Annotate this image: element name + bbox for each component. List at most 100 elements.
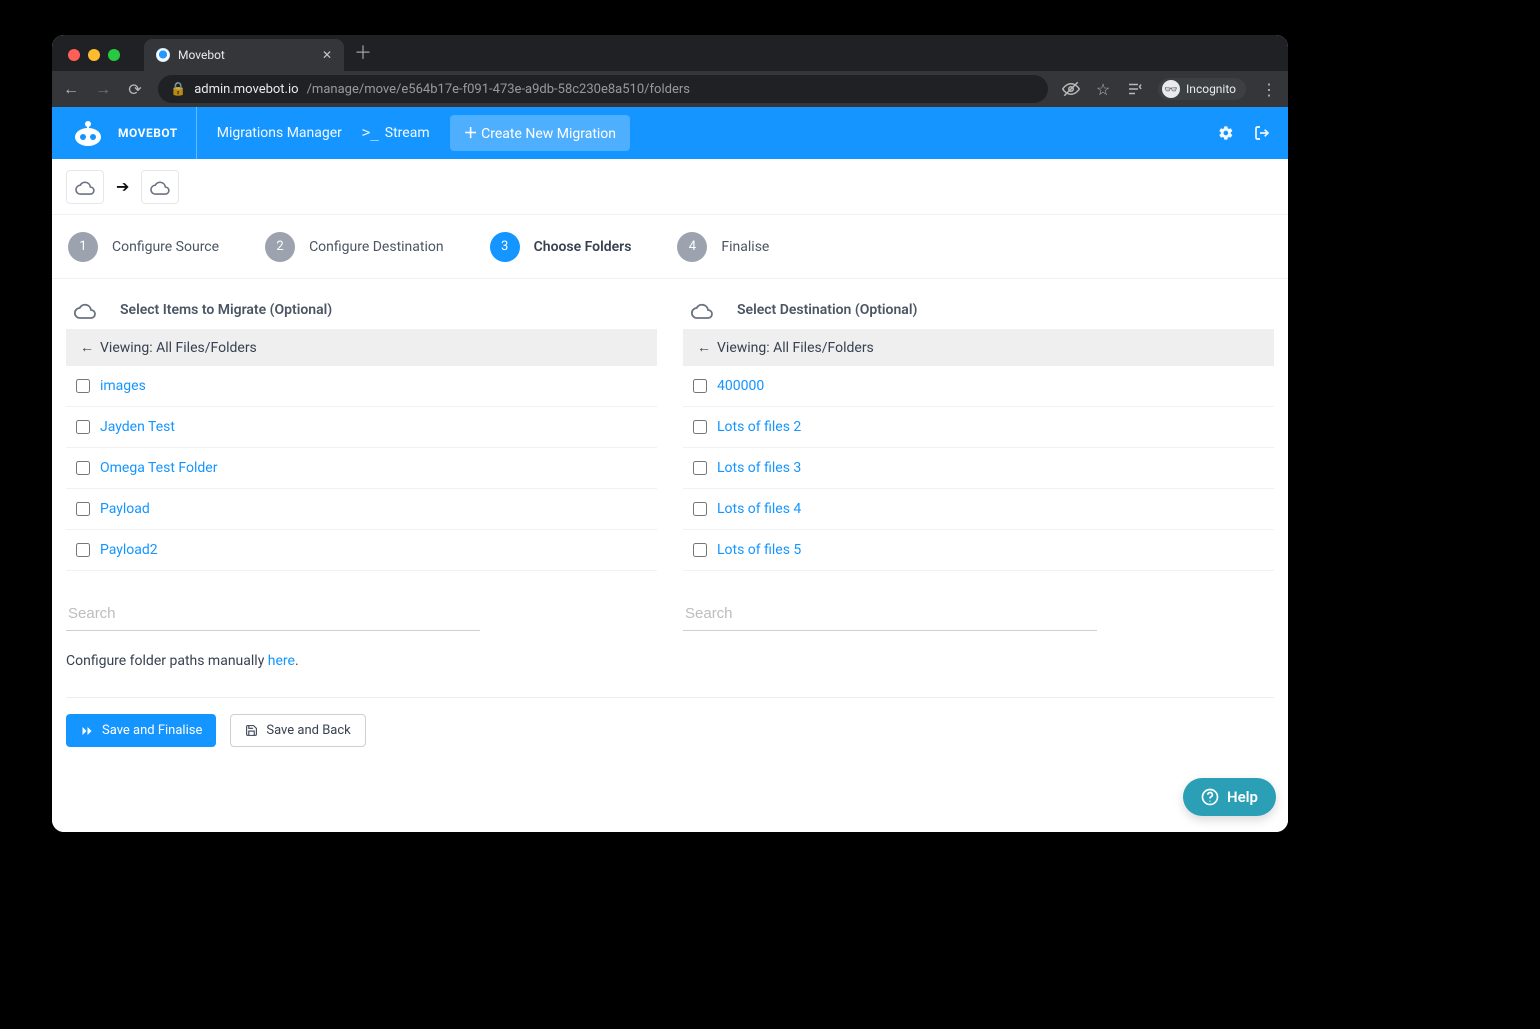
star-icon[interactable]: ☆ [1094, 80, 1112, 99]
destination-folder-checkbox[interactable] [693, 543, 707, 557]
save-and-back-button[interactable]: Save and Back [230, 714, 365, 747]
destination-search-input[interactable] [683, 597, 1097, 631]
step-2[interactable]: 2 Configure Destination [265, 232, 444, 262]
destination-folder-link[interactable]: 400000 [717, 378, 764, 394]
source-viewing-bar[interactable]: ← Viewing: All Files/Folders [66, 329, 657, 366]
source-folder-link[interactable]: Payload [100, 501, 150, 517]
minimize-window-button[interactable] [88, 49, 100, 61]
source-folder-row: images [66, 366, 657, 407]
step-1[interactable]: 1Configure Source [68, 232, 219, 262]
source-folder-checkbox[interactable] [76, 379, 90, 393]
settings-icon[interactable] [1218, 125, 1234, 141]
terminal-icon: >_ [362, 125, 379, 141]
back-arrow-icon[interactable]: ← [80, 339, 94, 356]
destination-folder-row: Lots of files 4 [683, 489, 1274, 530]
nav-stream[interactable]: >_ Stream [362, 125, 430, 141]
reading-list-icon[interactable] [1126, 80, 1144, 98]
step-4[interactable]: 4Finalise [677, 232, 769, 262]
source-viewing-path: All Files/Folders [156, 340, 257, 356]
reload-icon[interactable]: ⟳ [126, 80, 144, 99]
create-migration-label: Create New Migration [481, 126, 616, 142]
browser-titlebar: Movebot ✕ ＋ [52, 35, 1288, 71]
destination-viewing-bar[interactable]: ← Viewing: All Files/Folders [683, 329, 1274, 366]
destination-folder-row: 400000 [683, 366, 1274, 407]
help-widget[interactable]: Help [1183, 778, 1276, 816]
destination-viewing-prefix: Viewing: [717, 340, 773, 356]
manual-config-note: Configure folder paths manually here. [60, 631, 1280, 669]
destination-folder-row: Lots of files 5 [683, 530, 1274, 571]
back-icon[interactable]: ← [62, 79, 80, 99]
maximize-window-button[interactable] [108, 49, 120, 61]
source-search-input[interactable] [66, 597, 480, 631]
destination-folder-checkbox[interactable] [693, 379, 707, 393]
new-tab-button[interactable]: ＋ [354, 39, 372, 71]
address-bar[interactable]: 🔒 admin.movebot.io/manage/move/e564b17e-… [158, 75, 1048, 103]
source-folder-checkbox[interactable] [76, 461, 90, 475]
incognito-badge[interactable]: 👓 Incognito [1158, 78, 1246, 100]
source-folder-link[interactable]: Payload2 [100, 542, 158, 558]
step-number: 2 [265, 232, 295, 262]
source-folder-checkbox[interactable] [76, 543, 90, 557]
destination-folder-checkbox[interactable] [693, 461, 707, 475]
source-pane: Select Items to Migrate (Optional) ← Vie… [66, 301, 657, 571]
tab-title: Movebot [178, 48, 225, 62]
browser-tab[interactable]: Movebot ✕ [144, 39, 344, 71]
help-label: Help [1227, 788, 1258, 806]
tab-favicon [156, 48, 170, 62]
destination-pane-title: Select Destination (Optional) [737, 302, 917, 318]
eye-off-icon[interactable] [1062, 80, 1080, 98]
destination-folder-row: Lots of files 3 [683, 448, 1274, 489]
destination-folder-checkbox[interactable] [693, 502, 707, 516]
source-folder-checkbox[interactable] [76, 420, 90, 434]
create-migration-button[interactable]: ＋ Create New Migration [450, 115, 630, 151]
nav-migrations-manager[interactable]: Migrations Manager [217, 125, 342, 141]
window-controls [60, 49, 128, 71]
source-folder-link[interactable]: images [100, 378, 146, 394]
cloud-icon [689, 301, 723, 319]
source-folder-checkbox[interactable] [76, 502, 90, 516]
destination-folder-link[interactable]: Lots of files 4 [717, 501, 801, 517]
fast-forward-icon [80, 725, 94, 737]
browser-menu-icon[interactable]: ⋮ [1260, 80, 1278, 99]
source-folder-list: images Jayden Test Omega Test Folder Payloa… [66, 366, 657, 571]
destination-folder-link[interactable]: Lots of files 2 [717, 419, 801, 435]
wizard-stepper: 1Configure Source 2 Configure Destination 3… [52, 215, 1288, 279]
destination-folder-link[interactable]: Lots of files 3 [717, 460, 801, 476]
connection-summary: ➔ [52, 159, 1288, 215]
destination-folder-checkbox[interactable] [693, 420, 707, 434]
back-arrow-icon[interactable]: ← [697, 339, 711, 356]
arrow-right-icon: ➔ [116, 177, 129, 196]
source-viewing-prefix: Viewing: [100, 340, 156, 356]
step-3[interactable]: 3Choose Folders [490, 232, 632, 262]
destination-folder-list: 400000 Lots of files 2 Lots of files 3 Lots… [683, 366, 1274, 571]
destination-cloud-box[interactable] [141, 170, 179, 204]
sign-out-icon[interactable] [1254, 125, 1270, 141]
step-label: Configure Source [112, 239, 219, 255]
manual-config-link[interactable]: here [268, 653, 295, 669]
save-and-finalise-button[interactable]: Save and Finalise [66, 714, 216, 747]
source-folder-row: Omega Test Folder [66, 448, 657, 489]
source-folder-row: Payload2 [66, 530, 657, 571]
close-tab-icon[interactable]: ✕ [322, 48, 332, 62]
brand-name: MOVEBOT [118, 126, 178, 140]
browser-toolbar: ← → ⟳ 🔒 admin.movebot.io/manage/move/e56… [52, 71, 1288, 107]
incognito-icon: 👓 [1162, 80, 1180, 98]
plus-icon: ＋ [464, 126, 478, 142]
source-pane-title: Select Items to Migrate (Optional) [120, 302, 332, 318]
destination-viewing-path: All Files/Folders [773, 340, 874, 356]
source-cloud-box[interactable] [66, 170, 104, 204]
step-label: Configure Destination [309, 239, 444, 255]
source-folder-link[interactable]: Jayden Test [100, 419, 175, 435]
step-label: Finalise [721, 239, 769, 255]
step-number: 3 [490, 232, 520, 262]
destination-folder-link[interactable]: Lots of files 5 [717, 542, 801, 558]
destination-folder-row: Lots of files 2 [683, 407, 1274, 448]
close-window-button[interactable] [68, 49, 80, 61]
help-icon [1201, 788, 1219, 806]
incognito-label: Incognito [1186, 82, 1236, 96]
source-folder-row: Payload [66, 489, 657, 530]
forward-icon[interactable]: → [94, 79, 112, 99]
source-folder-link[interactable]: Omega Test Folder [100, 460, 217, 476]
cloud-icon [72, 301, 106, 319]
brand[interactable]: MOVEBOT [70, 107, 197, 159]
